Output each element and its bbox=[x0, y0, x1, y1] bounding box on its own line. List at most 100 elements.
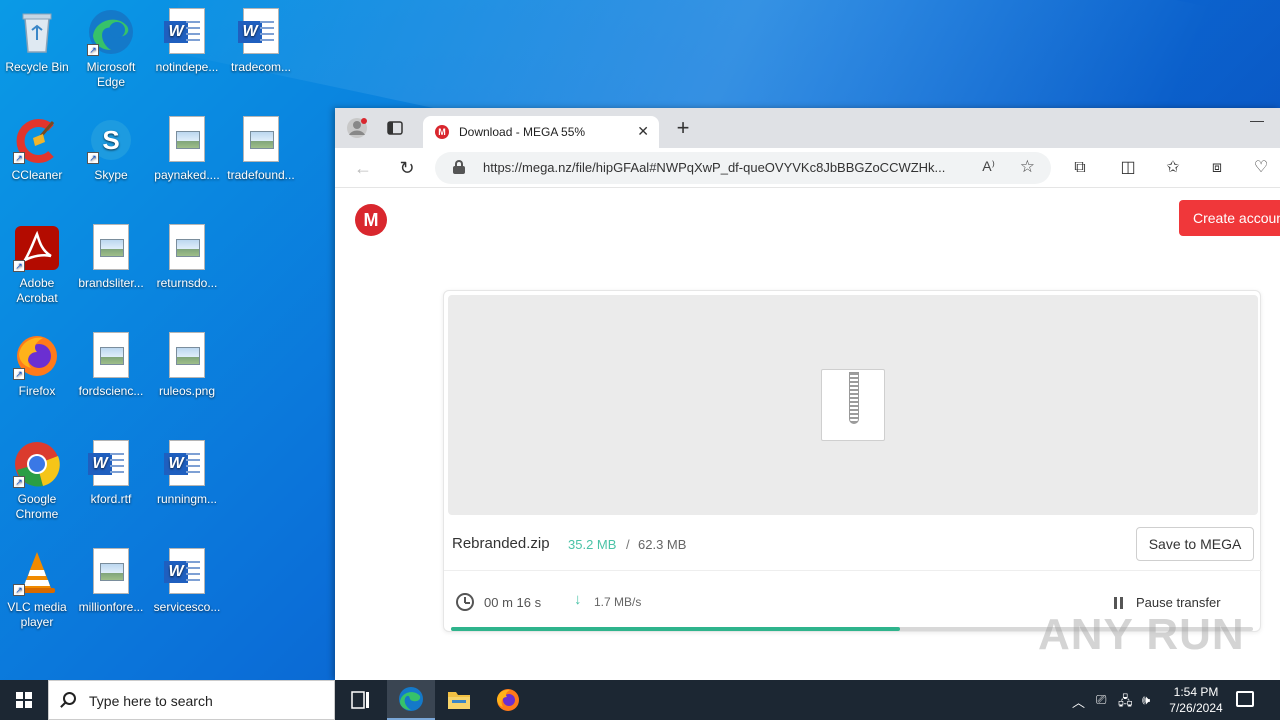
mega-favicon-icon: M bbox=[435, 125, 449, 139]
start-button[interactable] bbox=[0, 680, 48, 720]
refresh-button[interactable]: ↻ bbox=[393, 154, 421, 182]
favorite-star-icon[interactable]: ☆ bbox=[1020, 157, 1035, 177]
word-doc-icon: W bbox=[163, 548, 211, 596]
desktop-icon-brandsliter[interactable]: brandsliter... bbox=[74, 224, 148, 291]
pause-transfer-button[interactable]: Pause transfer bbox=[1136, 595, 1221, 610]
new-tab-button[interactable]: + bbox=[671, 116, 695, 140]
shortcut-arrow-icon: ↗ bbox=[13, 476, 25, 488]
word-doc-icon: W bbox=[237, 8, 285, 56]
minimize-button[interactable]: — bbox=[1250, 112, 1264, 128]
save-to-mega-button[interactable]: Save to MEGA bbox=[1136, 527, 1254, 561]
desktop-icon-label: runningm... bbox=[156, 492, 218, 506]
desktop-icon-adobe-acrobat[interactable]: ↗ Adobe Acrobat bbox=[0, 224, 74, 306]
desktop-icon-label: Skype bbox=[94, 168, 128, 182]
taskbar: Type here to search ︿ ⎚ 🖧 🕪 1:54 PM 7/26… bbox=[0, 680, 1280, 720]
read-aloud-icon[interactable]: A⁾ bbox=[982, 158, 995, 175]
file-info-row: Rebranded.zip 35.2 MB / 62.3 MB Save to … bbox=[444, 515, 1262, 571]
task-view-icon[interactable] bbox=[336, 680, 384, 720]
image-file-icon bbox=[163, 332, 211, 380]
image-file-icon bbox=[87, 548, 135, 596]
shortcut-arrow-icon: ↗ bbox=[13, 260, 25, 272]
mega-logo[interactable]: M bbox=[355, 204, 387, 236]
desktop-icon-skype[interactable]: S ↗ Skype bbox=[74, 116, 148, 183]
skype-icon: S ↗ bbox=[87, 116, 135, 164]
taskbar-firefox-icon[interactable] bbox=[484, 680, 532, 720]
desktop-icon-ruleos[interactable]: ruleos.png bbox=[150, 332, 224, 399]
arrow-down-icon: ↓ bbox=[574, 591, 582, 608]
image-file-icon bbox=[87, 332, 135, 380]
desktop-icon-tradecom[interactable]: W tradecom... bbox=[224, 8, 298, 75]
desktop-icon-returnsdo[interactable]: returnsdo... bbox=[150, 224, 224, 291]
taskbar-clock[interactable]: 1:54 PM 7/26/2024 bbox=[1160, 684, 1232, 716]
desktop-icon-ccleaner[interactable]: ↗ CCleaner bbox=[0, 116, 74, 183]
size-separator: / bbox=[626, 537, 630, 552]
close-tab-icon[interactable]: ✕ bbox=[637, 123, 649, 140]
desktop-icon-tradefound[interactable]: tradefound... bbox=[224, 116, 298, 183]
desktop-icon-firefox[interactable]: ↗ Firefox bbox=[0, 332, 74, 399]
anyrun-watermark: ANY RUN bbox=[1038, 610, 1245, 659]
shortcut-arrow-icon: ↗ bbox=[87, 152, 99, 164]
desktop-icon-label: ruleos.png bbox=[158, 384, 216, 398]
profile-icon[interactable] bbox=[343, 114, 371, 142]
desktop-icon-google-chrome[interactable]: ↗ Google Chrome bbox=[0, 440, 74, 522]
desktop-icon-millionfore[interactable]: millionfore... bbox=[74, 548, 148, 615]
search-placeholder: Type here to search bbox=[89, 693, 213, 709]
zip-file-icon bbox=[821, 369, 885, 441]
desktop-icon-label: CCleaner bbox=[11, 168, 63, 182]
mega-page: M Create account Rebranded.zip 35.2 MB /… bbox=[335, 188, 1280, 680]
ccleaner-icon: ↗ bbox=[13, 116, 61, 164]
address-bar[interactable]: https://mega.nz/file/hipGFAal#NWPqXwP_df… bbox=[435, 152, 1051, 184]
file-name: Rebranded.zip bbox=[452, 535, 550, 552]
desktop-icon-label: millionfore... bbox=[78, 600, 144, 614]
download-progress-fill bbox=[451, 627, 901, 631]
taskbar-search[interactable]: Type here to search bbox=[48, 680, 335, 720]
back-button[interactable]: ← bbox=[349, 154, 377, 182]
desktop-icon-servicesco[interactable]: W servicesco... bbox=[150, 548, 224, 615]
desktop-icon-label: notindepe... bbox=[155, 60, 219, 74]
show-hidden-icons-chevron-icon[interactable]: ︿ bbox=[1072, 692, 1085, 711]
collections-icon[interactable]: ⧈ bbox=[1205, 156, 1229, 180]
desktop-icon-kford[interactable]: W kford.rtf bbox=[74, 440, 148, 507]
desktop-icon-recycle-bin[interactable]: Recycle Bin bbox=[0, 8, 74, 75]
desktop-icon-label: Microsoft Edge bbox=[86, 60, 136, 89]
edge-browser-window: M Download - MEGA 55% ✕ + — ← ↻ https://… bbox=[335, 108, 1280, 680]
volume-icon[interactable]: 🕪 bbox=[1142, 692, 1150, 708]
download-card: Rebranded.zip 35.2 MB / 62.3 MB Save to … bbox=[443, 290, 1262, 632]
shortcut-arrow-icon: ↗ bbox=[13, 152, 25, 164]
image-file-icon bbox=[163, 116, 211, 164]
desktop-icon-label: Firefox bbox=[18, 384, 56, 398]
desktop-icon-fordscienc[interactable]: fordscienc... bbox=[74, 332, 148, 399]
create-account-button[interactable]: Create account bbox=[1179, 200, 1280, 236]
desktop-icon-label: tradecom... bbox=[230, 60, 292, 74]
desktop-icon-runningm[interactable]: W runningm... bbox=[150, 440, 224, 507]
network-icon[interactable]: 🖧 bbox=[1118, 692, 1133, 714]
favorites-icon[interactable]: ✩ bbox=[1161, 156, 1185, 180]
taskbar-file-explorer-icon[interactable] bbox=[435, 680, 483, 720]
tab-mega-download[interactable]: M Download - MEGA 55% ✕ bbox=[423, 116, 659, 148]
file-preview bbox=[448, 295, 1258, 515]
vlc-icon: ↗ bbox=[13, 548, 61, 596]
word-doc-icon: W bbox=[163, 440, 211, 488]
transfer-speed: 1.7 MB/s bbox=[594, 595, 642, 609]
image-file-icon bbox=[163, 224, 211, 272]
desktop-icon-microsoft-edge[interactable]: ↗ Microsoft Edge bbox=[74, 8, 148, 90]
pause-icon[interactable] bbox=[1114, 597, 1124, 609]
search-icon bbox=[63, 692, 76, 705]
desktop-icon-label: brandsliter... bbox=[78, 276, 144, 290]
time-remaining: 00 m 16 s bbox=[484, 595, 542, 610]
taskbar-edge-icon[interactable] bbox=[387, 680, 435, 720]
edge-icon: ↗ bbox=[87, 8, 135, 56]
performance-icon[interactable]: ♡ bbox=[1249, 156, 1273, 180]
notification-center-icon[interactable] bbox=[1236, 691, 1254, 707]
lock-icon bbox=[453, 160, 465, 174]
browser-titlebar: M Download - MEGA 55% ✕ + — bbox=[335, 108, 1280, 148]
meet-now-icon[interactable]: ⎚ bbox=[1096, 692, 1106, 708]
desktop-icon-vlc[interactable]: ↗ VLC media player bbox=[0, 548, 74, 630]
image-file-icon bbox=[87, 224, 135, 272]
desktop-icon-notindepe[interactable]: W notindepe... bbox=[150, 8, 224, 75]
windows-logo-icon bbox=[16, 692, 32, 708]
tab-actions-icon[interactable] bbox=[381, 114, 409, 142]
desktop-icon-paynaked[interactable]: paynaked.... bbox=[150, 116, 224, 183]
extensions-icon[interactable]: ⧉ bbox=[1068, 156, 1092, 180]
split-screen-icon[interactable]: ◫ bbox=[1116, 156, 1140, 180]
